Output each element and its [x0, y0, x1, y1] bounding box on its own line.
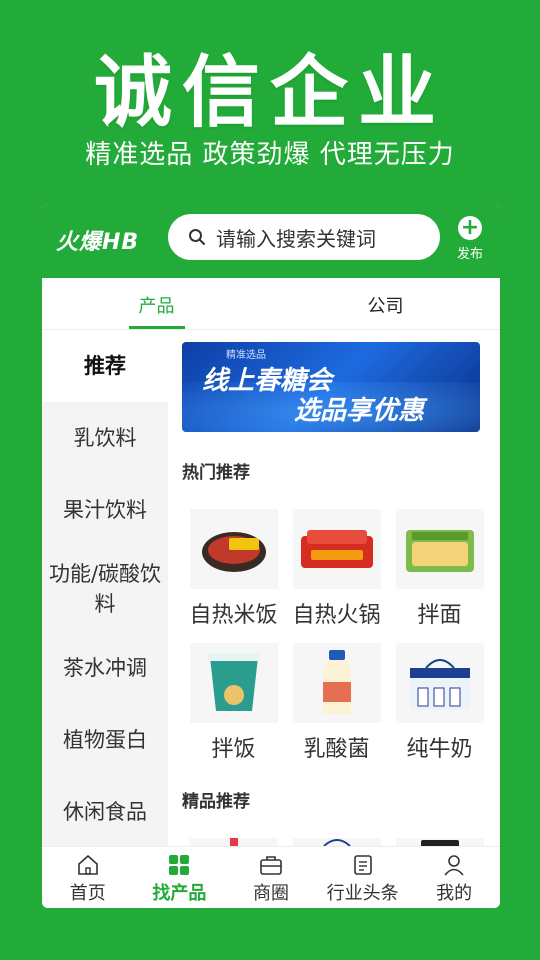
product-card[interactable]	[285, 838, 388, 846]
product-label: 纯牛奶	[406, 737, 473, 762]
product-card[interactable]: 自热火锅	[285, 509, 388, 629]
tab-companies[interactable]: 公司	[271, 278, 500, 329]
nav-label: 我的	[436, 883, 473, 904]
featured-section-title: 精品推荐	[182, 792, 250, 812]
product-card[interactable]	[182, 838, 285, 846]
hero-title: 诚信企业	[93, 48, 446, 138]
publish-label: 发布	[456, 247, 483, 262]
hero-subtitle: 精准选品 政策劲爆 代理无压力	[85, 140, 455, 170]
category-sidebar: 推荐 乳饮料 果汁饮料 功能/碳酸饮料 茶水冲调 植物蛋白 休闲食品	[42, 330, 168, 846]
gift-box-icon	[292, 838, 381, 846]
mixed-rice-cup-icon	[189, 643, 278, 723]
mixed-noodles-icon	[395, 509, 484, 589]
user-icon	[408, 853, 500, 877]
nav-mine[interactable]: 我的	[408, 847, 500, 908]
hot-product-grid: 自热米饭 自热火锅 拌面 拌饭 乳酸菌 纯牛奶	[182, 509, 492, 777]
juice-bottle-icon	[189, 838, 278, 846]
nav-industry-news[interactable]: 行业头条	[317, 847, 409, 908]
nav-business-circle[interactable]: 商圈	[225, 847, 317, 908]
tab-bar: 产品 公司	[42, 278, 500, 330]
search-icon	[189, 229, 205, 245]
app-logo: 火爆HB	[56, 230, 140, 255]
news-icon	[317, 853, 409, 877]
promo-banner[interactable]: 精准选品 线上春糖会 选品享优惠	[182, 342, 480, 432]
product-label: 拌面	[417, 603, 462, 628]
product-label: 拌饭	[211, 737, 256, 762]
product-card[interactable]: 拌饭	[182, 643, 285, 763]
lactobacillus-bottle-icon	[292, 643, 381, 723]
milk-box-icon	[395, 643, 484, 723]
featured-product-grid	[182, 838, 492, 846]
product-label: 自热米饭	[189, 603, 278, 628]
nav-label: 找产品	[152, 883, 207, 904]
plus-icon: +	[458, 216, 482, 240]
product-card[interactable]: 乳酸菌	[285, 643, 388, 763]
sidebar-item-snacks[interactable]: 休闲食品	[42, 776, 168, 848]
product-card[interactable]: 拌面	[388, 509, 491, 629]
app-screen: 火爆HB 请输入搜索关键词 + 发布 产品 公司 推荐 乳饮料 果汁饮料 功能/…	[42, 204, 500, 908]
bottom-nav: 首页 找产品 商圈 行业头条 我的	[42, 846, 500, 908]
hot-section-title: 热门推荐	[182, 463, 250, 483]
sidebar-item-tea[interactable]: 茶水冲调	[42, 632, 168, 704]
search-placeholder: 请输入搜索关键词	[216, 226, 376, 251]
sidebar-item-dairy-drinks[interactable]: 乳饮料	[42, 402, 168, 474]
banner-line-2: 选品享优惠	[294, 396, 425, 426]
grid-icon	[134, 853, 226, 877]
sidebar-item-recommended[interactable]: 推荐	[42, 330, 168, 402]
product-label: 自热火锅	[292, 603, 381, 628]
sidebar-item-plant-protein[interactable]: 植物蛋白	[42, 704, 168, 776]
nav-label: 行业头条	[326, 883, 399, 904]
nav-find-products[interactable]: 找产品	[134, 847, 226, 908]
product-content: 精准选品 线上春糖会 选品享优惠 热门推荐 自热米饭 自热火锅 拌面 拌饭 乳酸…	[168, 330, 500, 846]
search-input[interactable]: 请输入搜索关键词	[168, 214, 440, 260]
sidebar-item-functional-carbonated[interactable]: 功能/碳酸饮料	[42, 546, 168, 632]
nav-home[interactable]: 首页	[42, 847, 134, 908]
top-bar: 火爆HB 请输入搜索关键词 + 发布	[42, 204, 500, 278]
product-card[interactable]: 自热米饭	[182, 509, 285, 629]
home-icon	[42, 853, 134, 877]
publish-button[interactable]: + 发布	[450, 216, 490, 262]
banner-tag: 精准选品	[226, 350, 266, 361]
tab-products[interactable]: 产品	[42, 278, 271, 329]
tea-cup-icon	[395, 838, 484, 846]
self-heating-hotpot-icon	[292, 509, 381, 589]
nav-label: 首页	[69, 883, 106, 904]
product-card[interactable]: 纯牛奶	[388, 643, 491, 763]
self-heating-rice-icon	[189, 509, 278, 589]
main-area: 推荐 乳饮料 果汁饮料 功能/碳酸饮料 茶水冲调 植物蛋白 休闲食品 精准选品 …	[42, 330, 500, 846]
product-label: 乳酸菌	[303, 737, 370, 762]
nav-label: 商圈	[252, 883, 289, 904]
briefcase-icon	[225, 853, 317, 877]
sidebar-item-juice[interactable]: 果汁饮料	[42, 474, 168, 546]
product-card[interactable]	[388, 838, 491, 846]
